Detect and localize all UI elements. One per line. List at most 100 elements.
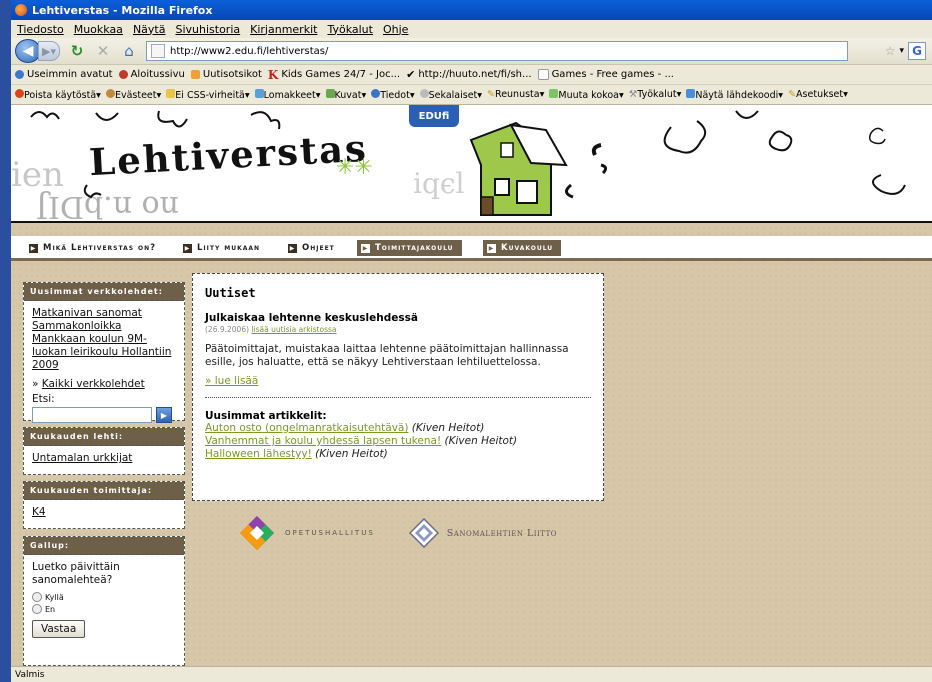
poll-heading: Gallup: xyxy=(24,537,184,555)
source-icon xyxy=(686,88,696,98)
bookmark-start-page[interactable]: Aloitussivu xyxy=(118,69,185,80)
wd-resize[interactable]: Muuta kokoa▾ xyxy=(549,88,624,101)
article-link[interactable]: Auton osto (ongelmanratkaisutehtävä) xyxy=(205,422,408,434)
poll-option-yes[interactable]: Kyllä xyxy=(32,592,176,602)
site-nav: ▶ Mikä Lehtiverstas on? ▶ Liity mukaan ▶ Oh… xyxy=(11,236,932,261)
editor-of-month-box: Kuukauden toimittaja: K4 xyxy=(23,481,185,529)
bookmark-headlines[interactable]: Uutisotsikot xyxy=(190,69,262,80)
wd-info[interactable]: Tiedot▾ xyxy=(371,88,415,101)
bookmark-huuto[interactable]: ✔ http://huuto.net/fi/sh... xyxy=(406,68,531,81)
poll-submit-button[interactable]: Vastaa xyxy=(32,620,86,638)
wd-misc[interactable]: Sekalaiset▾ xyxy=(419,88,482,101)
article-author: (Kiven Heitot) xyxy=(444,435,518,447)
opetushallitus-logo-icon[interactable] xyxy=(239,515,275,551)
url-bar[interactable]: http://www2.edu.fi/lehtiverstas/ xyxy=(146,41,848,61)
read-more-link[interactable]: » lue lisää xyxy=(205,375,258,387)
all-papers-link[interactable]: Kaikki verkkolehdet xyxy=(42,378,145,390)
article-item: Vanhemmat ja koulu yhdessä lapsen tukena… xyxy=(205,435,591,448)
forward-button[interactable]: ▶▾ xyxy=(38,41,60,61)
history-dropdown-icon[interactable]: ▾ xyxy=(899,46,904,56)
page-icon xyxy=(537,69,549,80)
pencil-icon: ✎ xyxy=(487,89,496,100)
wd-disable[interactable]: Poista käytöstä▾ xyxy=(15,88,101,101)
bookmark-star-icon[interactable]: ☆ xyxy=(885,44,896,58)
wd-options[interactable]: ✎Asetukset▾ xyxy=(788,89,848,100)
arrow-icon: ▶ xyxy=(183,243,192,253)
search-label: Etsi: xyxy=(32,393,55,405)
wd-tools[interactable]: ⚒Työkalut▾ xyxy=(629,89,682,100)
divider xyxy=(205,397,591,398)
news-archive-link[interactable]: lisää uutisia arkistossa xyxy=(251,325,336,334)
paper-link[interactable]: Mankkaan koulun 9M-luokan leirikoulu Hol… xyxy=(32,333,176,372)
wd-outline[interactable]: ✎Reunusta▾ xyxy=(487,89,544,100)
wd-cookies[interactable]: Evästeet▾ xyxy=(105,88,161,101)
stop-icon[interactable]: ✕ xyxy=(94,42,112,60)
article-author: (Kiven Heitot) xyxy=(315,448,388,460)
search-engine-icon[interactable]: G xyxy=(908,42,926,60)
star-decoration: ✳✳ xyxy=(336,155,373,180)
edu-fi-logo[interactable]: EDUfi xyxy=(409,105,459,127)
bookmarks-toolbar: Useimmin avatut Aloitussivu Uutisotsikot… xyxy=(11,65,932,85)
menu-nayta[interactable]: Näytä xyxy=(133,23,166,36)
wd-images[interactable]: Kuvat▾ xyxy=(325,88,366,101)
navigation-toolbar: ◀ ▶▾ ↻ ✕ ⌂ http://www2.edu.fi/lehtiverst… xyxy=(11,38,932,65)
forms-icon xyxy=(254,88,264,98)
menu-tiedosto[interactable]: Tiedosto xyxy=(17,23,64,36)
editor-of-month-link[interactable]: K4 xyxy=(32,506,176,519)
url-text[interactable]: http://www2.edu.fi/lehtiverstas/ xyxy=(170,46,328,57)
cookie-icon xyxy=(105,88,115,98)
wd-css[interactable]: Ei CSS-virheitä▾ xyxy=(166,88,250,101)
menu-ohje[interactable]: Ohje xyxy=(383,23,408,36)
nav-photo-school[interactable]: ▶ Kuvakoulu xyxy=(483,240,562,256)
article-link[interactable]: Halloween lähestyy! xyxy=(205,448,312,460)
radio-button[interactable] xyxy=(32,604,42,614)
bookmark-most-visited[interactable]: Useimmin avatut xyxy=(15,69,113,80)
news-heading: Uutiset xyxy=(205,286,256,300)
wrench-icon: ⚒ xyxy=(628,89,638,100)
bookmark-kids-games[interactable]: K Kids Games 24/7 - Joc... xyxy=(268,68,400,82)
news-date: (26.9.2006) xyxy=(205,325,250,334)
check-icon: ✔ xyxy=(406,68,416,81)
all-papers-prefix: » xyxy=(32,378,39,390)
k-logo-icon: K xyxy=(267,67,279,82)
menu-muokkaa[interactable]: Muokkaa xyxy=(74,23,123,36)
nav-instructions[interactable]: ▶ Ohjeet xyxy=(288,240,335,256)
nav-join[interactable]: ▶ Liity mukaan xyxy=(183,240,260,256)
menu-kirjanmerkit[interactable]: Kirjanmerkit xyxy=(250,23,317,36)
nav-journalist-school[interactable]: ▶ Toimittajakoulu xyxy=(357,240,462,256)
arrow-icon: ▶ xyxy=(487,243,496,253)
nav-what-is[interactable]: ▶ Mikä Lehtiverstas on? xyxy=(29,240,156,256)
status-text: Valmis xyxy=(15,669,45,680)
latest-papers-heading: Uusimmat verkkolehdet: xyxy=(24,283,184,301)
menu-bar: Tiedosto Muokkaa Näytä Sivuhistoria Kirj… xyxy=(11,20,932,38)
images-icon xyxy=(325,88,335,98)
home-icon[interactable]: ⌂ xyxy=(120,42,138,60)
paper-of-month-link[interactable]: Untamalan urkkijat xyxy=(32,452,176,465)
sanomalehtien-liitto-logo-icon[interactable] xyxy=(408,518,439,548)
news-headline: Julkaiskaa lehtenne keskuslehdessä xyxy=(205,312,418,324)
paper-of-month-box: Kuukauden lehti: Untamalan urkkijat xyxy=(23,427,185,475)
articles-heading: Uusimmat artikkelit: xyxy=(205,410,327,422)
paper-link[interactable]: Sammakonloikka xyxy=(32,320,176,333)
wd-forms[interactable]: Lomakkeet▾ xyxy=(254,88,321,101)
menu-tyokalut[interactable]: Työkalut xyxy=(327,23,373,36)
opetushallitus-text[interactable]: OPETUSHALLITUS xyxy=(285,529,375,537)
search-button[interactable]: ▶ xyxy=(156,407,172,423)
partner-logos: OPETUSHALLITUS Sanomalehtien Liitto xyxy=(239,515,557,551)
paper-link[interactable]: Matkanivan sanomat xyxy=(32,307,176,320)
bookmark-icon xyxy=(118,70,128,79)
article-link[interactable]: Vanhemmat ja koulu yhdessä lapsen tukena… xyxy=(205,435,441,447)
paper-of-month-heading: Kuukauden lehti: xyxy=(24,428,184,446)
page-viewport: ien no n.bDIJ iqєl EDUfi Lehtiverstas ✳✳… xyxy=(11,105,932,667)
disable-icon xyxy=(15,88,24,98)
poll-option-no[interactable]: En xyxy=(32,604,176,614)
reload-icon[interactable]: ↻ xyxy=(68,42,86,60)
bookmark-games[interactable]: Games - Free games - ... xyxy=(537,69,674,80)
search-input[interactable] xyxy=(32,407,152,423)
browser-window: Lehtiverstas - Mozilla Firefox Tiedosto … xyxy=(11,0,932,682)
sanomalehtien-liitto-text[interactable]: Sanomalehtien Liitto xyxy=(447,528,557,539)
menu-sivuhistoria[interactable]: Sivuhistoria xyxy=(175,23,240,36)
wd-view-source[interactable]: Näytä lähdekoodi▾ xyxy=(686,88,783,101)
window-title: Lehtiverstas - Mozilla Firefox xyxy=(32,3,213,17)
radio-button[interactable] xyxy=(32,592,42,602)
